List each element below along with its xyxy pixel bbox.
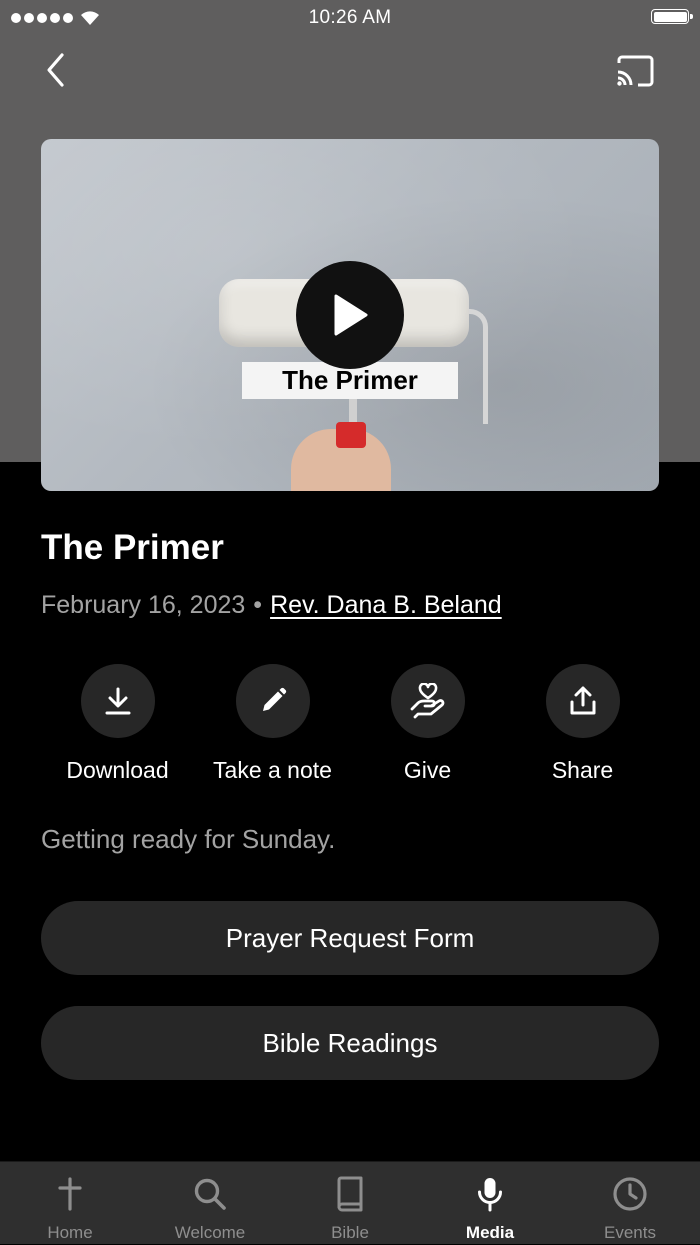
give-label: Give xyxy=(403,757,452,783)
chevron-left-icon xyxy=(47,53,64,87)
tab-welcome-label: Welcome xyxy=(174,1223,246,1242)
tab-welcome[interactable]: Welcome xyxy=(140,1162,280,1245)
download-icon xyxy=(105,687,130,715)
status-bar: 10:26 AM xyxy=(0,0,700,36)
share-button-circle[interactable] xyxy=(545,664,620,738)
speaker-link[interactable]: Rev. Dana B. Beland xyxy=(270,591,502,619)
pencil-icon xyxy=(262,687,286,711)
share-label: Share xyxy=(551,757,614,783)
clock-icon xyxy=(613,1177,647,1211)
paint-roller-grip xyxy=(336,422,366,448)
microphone-icon xyxy=(478,1178,502,1212)
share-icon xyxy=(570,686,595,715)
battery-icon xyxy=(651,9,693,24)
book-icon xyxy=(337,1176,363,1212)
episode-date: February 16, 2023 xyxy=(41,591,246,619)
download-label: Download xyxy=(66,757,169,783)
download-button-circle[interactable] xyxy=(80,664,155,738)
back-button[interactable] xyxy=(36,48,76,92)
tab-home-label: Home xyxy=(47,1223,93,1242)
tab-bible[interactable]: Bible xyxy=(280,1162,420,1245)
bible-readings-button[interactable]: Bible Readings xyxy=(41,1006,659,1080)
tab-media-label: Media xyxy=(465,1223,515,1242)
give-button-circle[interactable] xyxy=(390,664,465,738)
tab-media[interactable]: Media xyxy=(420,1162,560,1245)
cross-icon xyxy=(58,1177,82,1211)
tab-events-label: Events xyxy=(604,1223,656,1242)
take-note-label: Take a note xyxy=(213,757,332,783)
tab-home[interactable]: Home xyxy=(0,1162,140,1245)
give-hand-heart-icon xyxy=(410,683,444,719)
cast-icon xyxy=(617,55,654,87)
search-icon xyxy=(194,1178,226,1210)
play-icon xyxy=(334,294,368,336)
take-note-button[interactable]: Take a note xyxy=(195,664,350,784)
episode-meta: February 16, 2023 • Rev. Dana B. Beland xyxy=(41,591,502,620)
episode-title: The Primer xyxy=(41,528,224,567)
prayer-request-form-button[interactable]: Prayer Request Form xyxy=(41,901,659,975)
action-row: Download Take a note Give Share xyxy=(40,664,660,794)
share-button[interactable]: Share xyxy=(505,664,660,784)
tab-bible-label: Bible xyxy=(331,1223,369,1242)
status-time: 10:26 AM xyxy=(308,7,392,28)
download-button[interactable]: Download xyxy=(40,664,195,784)
cast-button[interactable] xyxy=(612,50,658,92)
give-button[interactable]: Give xyxy=(350,664,505,784)
play-button[interactable] xyxy=(296,261,404,369)
meta-separator: • xyxy=(253,591,263,619)
video-thumbnail[interactable]: The Primer xyxy=(41,139,659,491)
tab-bar: Home Welcome Bible Media Events xyxy=(0,1161,700,1244)
tab-events[interactable]: Events xyxy=(560,1162,700,1245)
take-note-button-circle[interactable] xyxy=(235,664,310,738)
episode-description: Getting ready for Sunday. xyxy=(41,824,336,854)
